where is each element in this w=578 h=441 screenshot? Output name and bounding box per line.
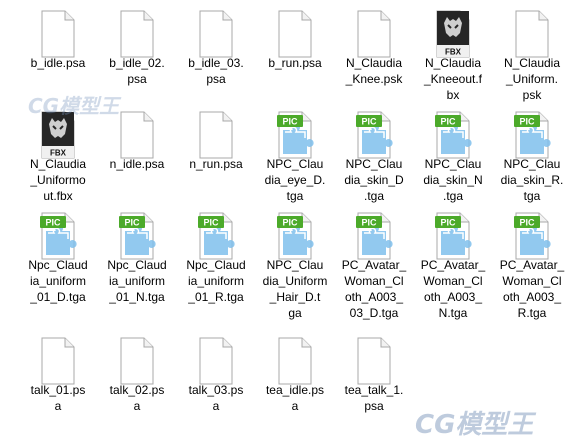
file-name: talk_03.ps a bbox=[188, 383, 244, 413]
generic-file-icon bbox=[278, 10, 312, 58]
svg-text:PIC: PIC bbox=[124, 218, 140, 228]
image-file-icon: PIC bbox=[277, 212, 314, 260]
file-name: tea_idle.ps a bbox=[265, 383, 325, 413]
file-item[interactable]: N_Claudia _Knee.psk bbox=[334, 3, 414, 103]
file-item[interactable]: PIC NPC_Clau dia_skin_N .tga bbox=[413, 104, 493, 204]
file-item[interactable]: N_Claudia _Uniform. psk bbox=[492, 3, 572, 103]
file-item[interactable]: PIC NPC_Clau dia_skin_D .tga bbox=[334, 104, 414, 204]
image-file-icon: PIC bbox=[356, 111, 393, 159]
file-name: Npc_Claud ia_uniform _01_D.tga bbox=[28, 258, 88, 304]
file-item[interactable]: b_idle.psa bbox=[18, 3, 98, 103]
file-item[interactable]: tea_talk_1. psa bbox=[334, 330, 414, 430]
file-item[interactable]: PIC NPC_Clau dia_eye_D. tga bbox=[255, 104, 335, 204]
image-file-icon: PIC bbox=[356, 212, 393, 260]
generic-file-icon bbox=[199, 111, 233, 159]
svg-text:PIC: PIC bbox=[203, 218, 219, 228]
generic-file-icon bbox=[278, 337, 312, 385]
generic-file-icon bbox=[120, 10, 154, 58]
file-name: b_idle_03. psa bbox=[188, 56, 244, 86]
file-name: PC_Avatar_ Woman_Cl oth_A003_ 03_D.tga bbox=[341, 258, 407, 320]
image-file-icon: PIC bbox=[514, 111, 551, 159]
file-item[interactable]: PIC PC_Avatar_ Woman_Cl oth_A003_ N.tga bbox=[413, 205, 493, 320]
file-name: N_Claudia _Uniform. psk bbox=[503, 56, 561, 102]
file-item[interactable]: tea_idle.ps a bbox=[255, 330, 335, 430]
file-name: NPC_Clau dia_Uniform _Hair_D.t ga bbox=[262, 258, 328, 320]
file-item[interactable]: PIC PC_Avatar_ Woman_Cl oth_A003_ 03_D.tg… bbox=[334, 205, 414, 320]
image-file-icon: PIC bbox=[277, 111, 314, 159]
file-item[interactable]: n_run.psa bbox=[176, 104, 256, 204]
generic-file-icon bbox=[199, 337, 233, 385]
fbx-file-icon: FBX bbox=[41, 111, 75, 159]
image-file-icon: PIC bbox=[40, 212, 77, 260]
file-name: b_idle.psa bbox=[30, 56, 86, 70]
file-item[interactable]: n_idle.psa bbox=[97, 104, 177, 204]
file-grid: b_idle.psa b_idle_02. psa b_idle_03. psa b_… bbox=[0, 0, 578, 439]
file-item[interactable]: PIC NPC_Clau dia_Uniform _Hair_D.t ga bbox=[255, 205, 335, 320]
svg-text:PIC: PIC bbox=[519, 218, 535, 228]
file-name: Npc_Claud ia_uniform _01_R.tga bbox=[186, 258, 246, 304]
file-name: N_Claudia _Uniformo ut.fbx bbox=[29, 157, 87, 203]
file-name: talk_02.ps a bbox=[109, 383, 165, 413]
file-name: talk_01.ps a bbox=[30, 383, 86, 413]
file-item[interactable]: b_run.psa bbox=[255, 3, 335, 103]
fbx-file-icon: FBX bbox=[436, 10, 470, 58]
image-file-icon: PIC bbox=[435, 111, 472, 159]
svg-text:PIC: PIC bbox=[282, 218, 298, 228]
generic-file-icon bbox=[41, 10, 75, 58]
file-name: tea_talk_1. psa bbox=[344, 383, 404, 413]
file-item[interactable]: talk_02.ps a bbox=[97, 330, 177, 430]
file-item[interactable]: PIC PC_Avatar_ Woman_Cl oth_A003_ R.tga bbox=[492, 205, 572, 320]
file-item[interactable]: PIC Npc_Claud ia_uniform _01_R.tga bbox=[176, 205, 256, 305]
file-name: NPC_Clau dia_skin_D .tga bbox=[344, 157, 404, 203]
image-file-icon: PIC bbox=[435, 212, 472, 260]
file-name: b_idle_02. psa bbox=[109, 56, 165, 86]
file-item[interactable]: FBX N_Claudia _Uniformo ut.fbx bbox=[18, 104, 98, 204]
svg-text:PIC: PIC bbox=[45, 218, 61, 228]
svg-text:PIC: PIC bbox=[519, 117, 535, 127]
svg-text:PIC: PIC bbox=[361, 218, 377, 228]
generic-file-icon bbox=[357, 10, 391, 58]
file-item[interactable]: PIC NPC_Clau dia_skin_R. tga bbox=[492, 104, 572, 204]
file-name: NPC_Clau dia_eye_D. tga bbox=[264, 157, 326, 203]
generic-file-icon bbox=[41, 337, 75, 385]
generic-file-icon bbox=[120, 337, 154, 385]
svg-text:PIC: PIC bbox=[440, 117, 456, 127]
generic-file-icon bbox=[120, 111, 154, 159]
image-file-icon: PIC bbox=[514, 212, 551, 260]
file-item[interactable]: b_idle_02. psa bbox=[97, 3, 177, 103]
file-name: PC_Avatar_ Woman_Cl oth_A003_ N.tga bbox=[420, 258, 486, 320]
image-file-icon: PIC bbox=[119, 212, 156, 260]
file-item[interactable]: PIC Npc_Claud ia_uniform _01_D.tga bbox=[18, 205, 98, 305]
file-item[interactable]: b_idle_03. psa bbox=[176, 3, 256, 103]
file-name: Npc_Claud ia_uniform _01_N.tga bbox=[107, 258, 167, 304]
file-name: n_idle.psa bbox=[109, 157, 165, 171]
file-item[interactable]: talk_01.ps a bbox=[18, 330, 98, 430]
svg-text:PIC: PIC bbox=[361, 117, 377, 127]
svg-text:PIC: PIC bbox=[282, 117, 298, 127]
file-item[interactable]: PIC Npc_Claud ia_uniform _01_N.tga bbox=[97, 205, 177, 305]
file-name: PC_Avatar_ Woman_Cl oth_A003_ R.tga bbox=[499, 258, 565, 320]
file-name: b_run.psa bbox=[268, 56, 322, 70]
file-name: n_run.psa bbox=[189, 157, 243, 171]
file-name: N_Claudia _Knee.psk bbox=[345, 56, 403, 86]
generic-file-icon bbox=[199, 10, 233, 58]
image-file-icon: PIC bbox=[198, 212, 235, 260]
file-name: NPC_Clau dia_skin_N .tga bbox=[423, 157, 483, 203]
generic-file-icon bbox=[357, 337, 391, 385]
generic-file-icon bbox=[515, 10, 549, 58]
file-item[interactable]: talk_03.ps a bbox=[176, 330, 256, 430]
svg-text:PIC: PIC bbox=[440, 218, 456, 228]
file-name: NPC_Clau dia_skin_R. tga bbox=[500, 157, 564, 203]
file-name: N_Claudia _Kneeout.f bx bbox=[423, 56, 483, 102]
file-item[interactable]: FBX N_Claudia _Kneeout.f bx bbox=[413, 3, 493, 103]
